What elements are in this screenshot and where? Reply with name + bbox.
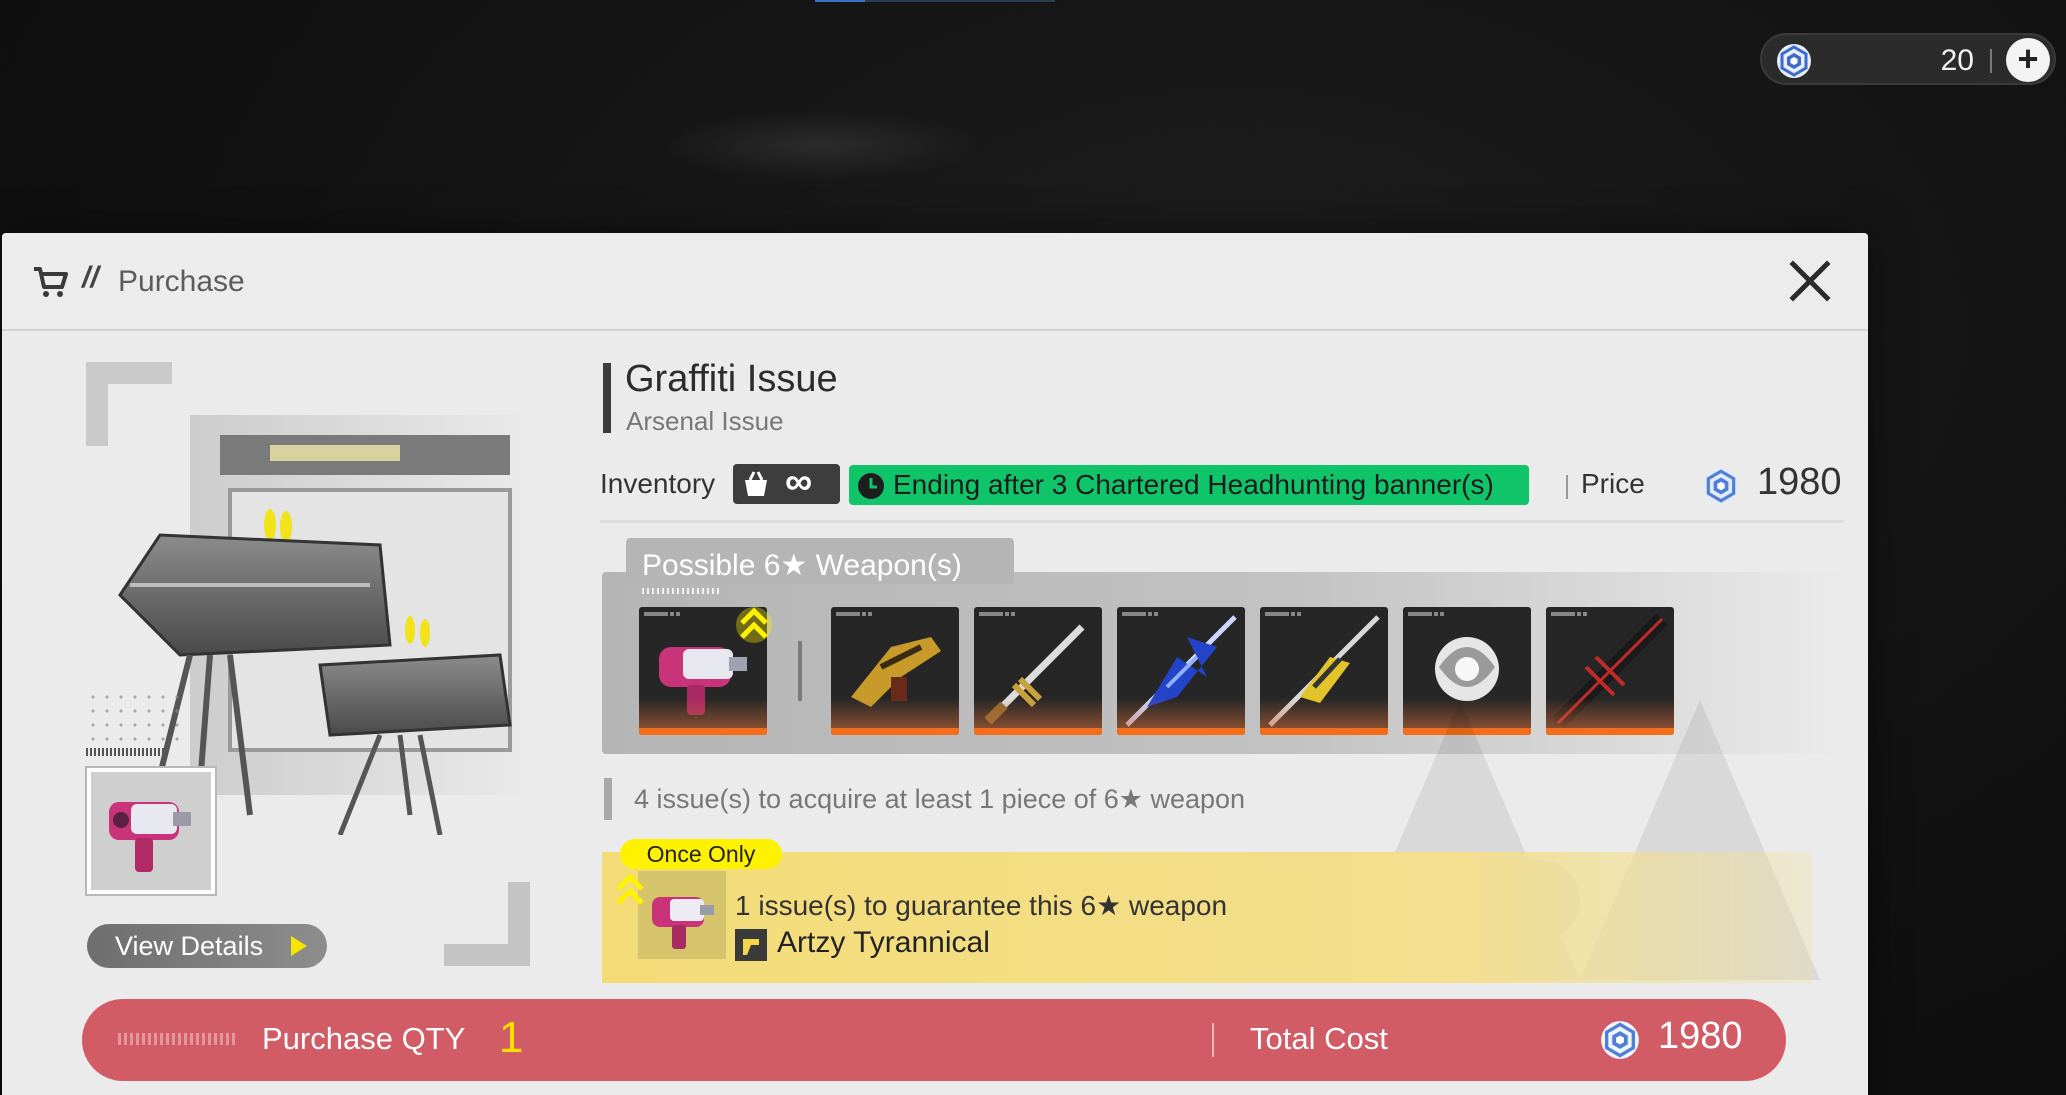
- frame-corner-bottom-right: [444, 882, 530, 966]
- weapon-card-3[interactable]: [974, 607, 1102, 735]
- pink-gun-icon: [109, 802, 191, 872]
- purchase-bar-separator: [1212, 1023, 1214, 1057]
- ending-text: Ending after 3 Chartered Headhunting ban…: [893, 469, 1494, 500]
- background-glow: [660, 110, 980, 180]
- note-accent-bar: [604, 778, 612, 820]
- top-decor-accent: [815, 0, 865, 2]
- view-details-button[interactable]: View Details: [87, 924, 327, 968]
- play-arrow-icon: [291, 936, 307, 956]
- currency-display: 20 +: [1760, 33, 2056, 85]
- decor-barcode: [86, 748, 166, 756]
- dialog-title: Purchase: [118, 265, 245, 298]
- featured-weapon-thumbnail[interactable]: [87, 768, 215, 894]
- price-value: 1980: [1757, 461, 1842, 503]
- pink-gun-icon: [652, 897, 714, 949]
- once-only-badge: Once Only: [620, 839, 782, 869]
- tab-hatch-decor: [642, 588, 722, 594]
- purchase-qty-label: Purchase QTY: [262, 1021, 466, 1056]
- dialog-header: // Purchase: [2, 233, 1868, 331]
- cart-icon: [34, 267, 68, 297]
- inventory-label: Inventory: [600, 468, 716, 499]
- card-separator: [798, 641, 802, 701]
- guarantee-text: 1 issue(s) to guarantee this 6★ weapon: [735, 890, 1228, 921]
- guarantee-weapon-thumbnail: [638, 871, 726, 959]
- decor-dots: [86, 690, 186, 750]
- handcannon-type-icon: [735, 929, 767, 961]
- currency-separator: [1990, 49, 1992, 73]
- price-separator: [1566, 475, 1568, 499]
- rate-up-chevron-icon: [736, 607, 772, 643]
- currency-amount: 20: [1940, 44, 1974, 77]
- origeometry-icon: [1703, 468, 1739, 504]
- purchase-bar-decor: [118, 1033, 238, 1045]
- view-details-label: View Details: [115, 931, 264, 961]
- item-subtitle: Arsenal Issue: [626, 406, 784, 436]
- basket-icon: [745, 471, 767, 496]
- ending-tag: Ending after 3 Chartered Headhunting ban…: [849, 465, 1529, 505]
- title-accent-bar: [603, 363, 611, 433]
- inventory-badge: ∞: [733, 461, 840, 504]
- close-icon[interactable]: [1788, 259, 1832, 303]
- info-divider: [600, 520, 1844, 523]
- total-cost-value: 1980: [1658, 1015, 1743, 1057]
- purchase-bar[interactable]: Purchase QTY 1 Total Cost 1980: [82, 999, 1786, 1081]
- guarantee-weapon-name: Artzy Tyrannical: [777, 926, 990, 959]
- purchase-qty-value[interactable]: 1: [499, 1013, 523, 1063]
- add-currency-button[interactable]: +: [2006, 38, 2050, 82]
- weapons-tab: Possible 6★ Weapon(s): [626, 538, 1014, 584]
- item-title: Graffiti Issue: [625, 358, 838, 400]
- rate-up-chevron-icon: [616, 873, 644, 905]
- header-slashes: //: [82, 261, 99, 294]
- rarity-bar: [639, 728, 767, 735]
- inventory-value: ∞: [785, 461, 813, 503]
- pity-note: 4 issue(s) to acquire at least 1 piece o…: [634, 784, 1246, 814]
- origeometry-icon: [1777, 44, 1811, 78]
- weapon-card-4[interactable]: [1117, 607, 1245, 735]
- price-label: Price: [1581, 468, 1645, 499]
- origeometry-icon: [1601, 1021, 1639, 1059]
- weapon-card-2[interactable]: [831, 607, 959, 735]
- total-cost-label: Total Cost: [1250, 1021, 1388, 1056]
- clock-icon: [858, 473, 884, 499]
